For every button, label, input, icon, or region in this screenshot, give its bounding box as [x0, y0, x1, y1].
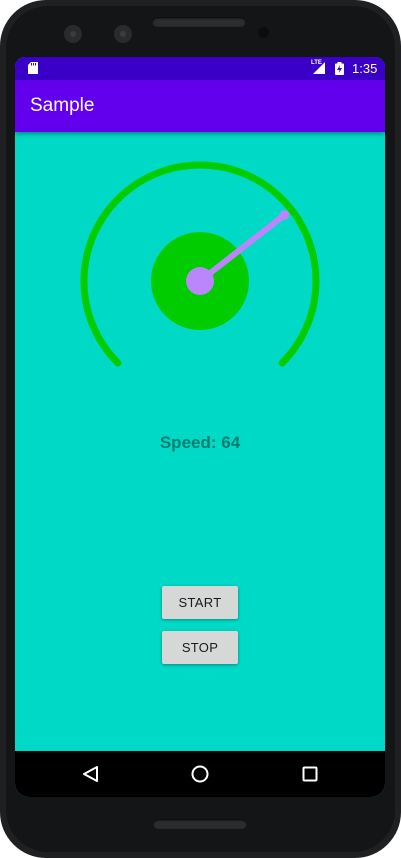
- start-button[interactable]: START: [162, 586, 238, 619]
- front-camera-right: [114, 25, 132, 43]
- navigation-bar: [15, 751, 385, 797]
- top-speaker: [152, 17, 246, 27]
- app-bar: Sample: [15, 80, 385, 132]
- app-title: Sample: [30, 95, 95, 116]
- bottom-speaker: [153, 819, 247, 829]
- nav-back-button[interactable]: [68, 751, 114, 797]
- home-icon: [191, 765, 209, 783]
- phone-frame: LTE 1:35 Sample Speed: 64 START STOP: [0, 0, 401, 858]
- nav-home-button[interactable]: [177, 751, 223, 797]
- speed-readout: Speed: 64: [159, 433, 241, 452]
- front-camera-left: [64, 25, 82, 43]
- gauge-needle-tip: [279, 210, 290, 221]
- recents-icon: [302, 766, 318, 782]
- stop-button[interactable]: STOP: [162, 631, 238, 664]
- proximity-sensor: [258, 27, 269, 38]
- gauge-needle-pivot: [186, 267, 214, 295]
- nav-recents-button[interactable]: [287, 751, 333, 797]
- back-icon: [83, 766, 98, 782]
- screen: LTE 1:35 Sample Speed: 64 START STOP: [15, 57, 385, 797]
